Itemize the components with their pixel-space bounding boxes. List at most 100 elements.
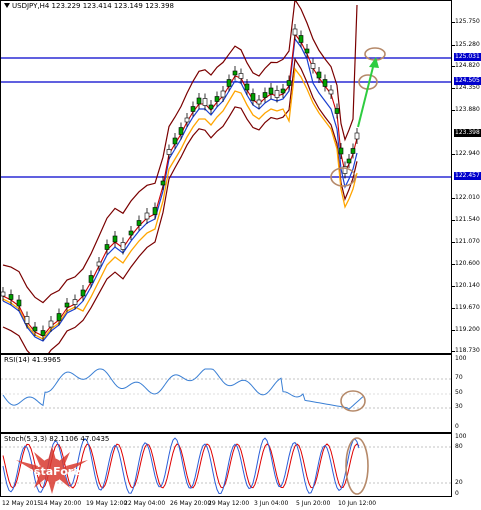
candle-body xyxy=(24,316,30,324)
candle-body xyxy=(172,137,178,145)
candle-body xyxy=(1,291,6,297)
stochastic-tick-label: 20 xyxy=(455,479,463,486)
candle-body xyxy=(298,35,304,43)
candle-body xyxy=(8,294,14,300)
rsi-tick-label: 50 xyxy=(455,389,463,396)
time-axis: 12 May 2015 14 May 20:00 19 May 12:00 22 Ma… xyxy=(0,497,452,510)
candle-body xyxy=(48,320,54,328)
time-tick-label: 12 May 2015 xyxy=(2,500,42,507)
price-tick-label: 124.350 xyxy=(455,84,480,91)
time-tick-label: 26 May 20:00 xyxy=(170,500,212,507)
candle-body xyxy=(144,212,150,220)
price-tick-label: 123.880 xyxy=(455,106,480,113)
price-tick-label: 119.670 xyxy=(455,304,480,311)
price-tick-label: 122.940 xyxy=(455,150,480,157)
moving-average-mid xyxy=(2,37,358,342)
candle-body xyxy=(268,87,274,95)
moving-average-fast xyxy=(2,32,358,337)
candle-body xyxy=(136,220,142,226)
bollinger-lower-band xyxy=(2,57,358,353)
candle-body xyxy=(196,97,202,105)
candle-body xyxy=(166,149,172,155)
candle-body xyxy=(214,96,220,102)
candle-body xyxy=(56,313,62,321)
rsi-line xyxy=(2,368,364,410)
candle-body xyxy=(112,235,118,243)
candle-body xyxy=(238,73,244,79)
candle-body xyxy=(310,63,316,69)
symbol-icon xyxy=(4,3,10,8)
price-tick-label: 120.140 xyxy=(455,282,480,289)
stochastic-tick-label: 100 xyxy=(455,433,467,440)
candle-body xyxy=(152,207,158,215)
candle-body xyxy=(350,148,356,154)
candle-body xyxy=(256,99,262,105)
candle-body xyxy=(88,275,94,283)
price-level-box: 124.505 xyxy=(454,77,481,85)
price-tick-label: 124.820 xyxy=(455,62,480,69)
candle-body xyxy=(220,90,226,98)
chart-symbol: USDJPY,H4 xyxy=(12,2,50,10)
stochastic-label: Stoch(5,3,3) 82.1106 47.0435 xyxy=(4,435,110,443)
time-tick-label: 19 May 12:00 xyxy=(86,500,128,507)
candle-body xyxy=(190,106,196,112)
price-tick-label: 125.280 xyxy=(455,41,480,48)
candle-body xyxy=(184,117,190,123)
forecast-arrow-line xyxy=(357,62,375,128)
candle-body xyxy=(80,289,86,297)
candle-body xyxy=(316,71,322,79)
candle-body xyxy=(322,79,328,87)
time-tick-label: 22 May 04:00 xyxy=(124,500,166,507)
candle-body xyxy=(96,261,102,267)
candle-body xyxy=(250,93,256,101)
price-axis: 125.750 125.280 124.820 124.350 123.880 122.9… xyxy=(452,0,481,497)
price-level-box: 123.398 xyxy=(454,129,481,137)
candle-body xyxy=(64,302,70,308)
rsi-tick-label: 100 xyxy=(455,355,467,362)
candle-body xyxy=(262,92,268,98)
candle-body xyxy=(160,180,166,186)
price-tick-label: 118.730 xyxy=(455,347,480,354)
candle-body xyxy=(72,299,78,305)
stochastic-tick-label: 80 xyxy=(455,443,463,450)
rsi-canvas xyxy=(1,368,451,412)
candle-body xyxy=(208,104,214,110)
candle-body xyxy=(178,127,184,135)
candle-body xyxy=(128,230,134,236)
candle-body xyxy=(354,132,360,140)
instaforex-brand: InstaForex xyxy=(22,465,88,478)
candle-body xyxy=(334,108,340,114)
price-tick-label: 121.070 xyxy=(455,238,480,245)
candle-body xyxy=(304,48,310,54)
rsi-label: RSI(14) 41.9965 xyxy=(4,356,61,364)
candle-body xyxy=(338,147,344,155)
candle-body xyxy=(226,79,232,87)
time-tick-label: 3 Jun 04:00 xyxy=(254,500,289,507)
candle-body xyxy=(274,90,280,98)
candle-body xyxy=(232,70,238,76)
time-tick-label: 29 May 12:00 xyxy=(208,500,250,507)
candle-body xyxy=(40,330,46,336)
time-tick-label: 5 Jun 20:00 xyxy=(296,500,331,507)
candle-body xyxy=(104,244,110,250)
price-tick-label: 121.540 xyxy=(455,216,480,223)
price-tick-label: 119.200 xyxy=(455,326,480,333)
price-tick-label: 120.600 xyxy=(455,260,480,267)
candle-body xyxy=(346,158,352,164)
stochastic-tick-label: 0 xyxy=(455,490,459,497)
time-tick-label: 14 May 20:00 xyxy=(40,500,82,507)
price-chart-panel[interactable]: USDJPY,H4 123.229 123.414 123.149 123.39… xyxy=(0,0,452,354)
candle-body xyxy=(32,326,38,332)
moving-average-slow xyxy=(2,67,358,340)
price-tick-label: 122.010 xyxy=(455,194,480,201)
rsi-panel[interactable]: RSI(14) 41.9965 xyxy=(0,354,452,433)
candle-body xyxy=(328,89,334,95)
price-chart-canvas xyxy=(1,1,451,353)
rsi-tick-label: 30 xyxy=(455,403,463,410)
candle-body xyxy=(280,88,286,94)
chart-ohlc: 123.229 123.414 123.149 123.398 xyxy=(51,2,175,10)
candle-body xyxy=(120,242,126,250)
candle-body xyxy=(244,83,250,91)
price-tick-label: 125.750 xyxy=(455,18,480,25)
candle-body xyxy=(16,299,22,307)
